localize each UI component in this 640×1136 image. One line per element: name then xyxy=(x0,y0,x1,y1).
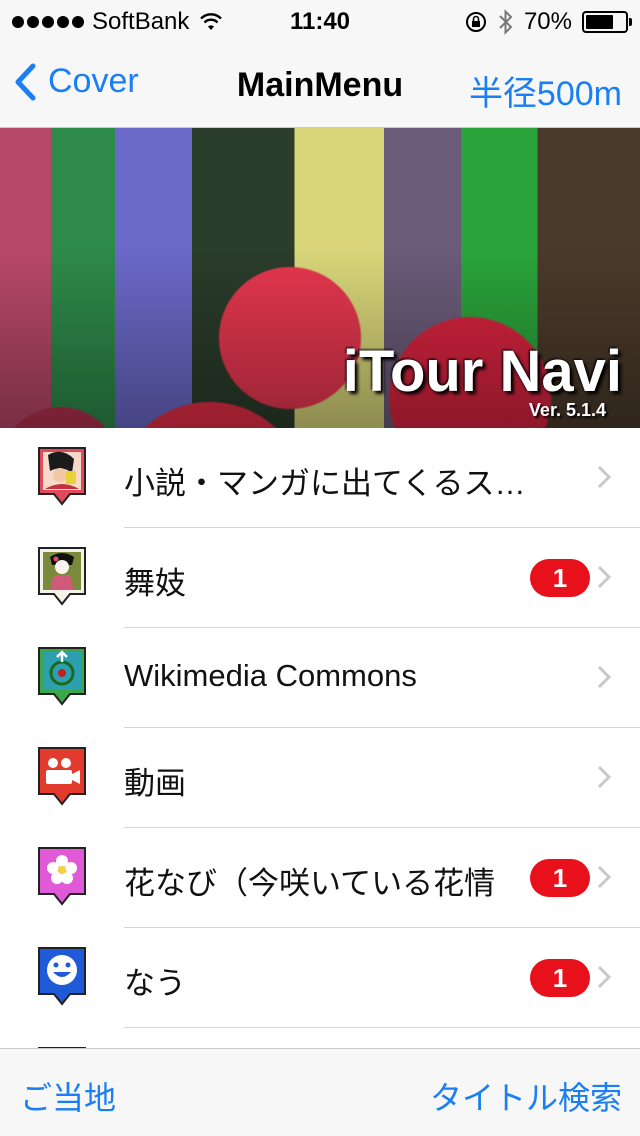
wikimedia-commons-icon xyxy=(38,647,86,706)
menu-item-label: Wikimedia Commons xyxy=(124,658,417,693)
chevron-right-icon xyxy=(597,665,612,689)
battery-level xyxy=(586,15,613,29)
radius-button[interactable]: 半径500m xyxy=(469,66,622,115)
rotation-lock-icon xyxy=(465,12,486,32)
status-right: 70% xyxy=(464,8,632,36)
menu-item-now[interactable]: なう 1 xyxy=(0,928,640,1028)
notification-badge: 1 xyxy=(530,859,590,897)
banner-image: iTour Navi Ver. 5.1.4 xyxy=(0,128,640,428)
menu-item-wikimedia-commons[interactable]: Wikimedia Commons xyxy=(0,628,640,728)
menu-item-flower-navi[interactable]: 花なび（今咲いている花情 1 xyxy=(0,828,640,928)
local-area-button[interactable]: ご当地 xyxy=(20,1073,116,1119)
smiley-icon xyxy=(38,947,86,1006)
menu-item-label: なう xyxy=(124,966,186,1001)
menu-item-partial[interactable] xyxy=(0,1028,640,1048)
menu-item-novel-manga[interactable]: 小説・マンガに出てくるス… xyxy=(0,428,640,528)
chevron-right-icon xyxy=(597,865,612,889)
banner-title: iTour Navi xyxy=(342,339,622,404)
notification-badge: 1 xyxy=(530,959,590,997)
banner-version: Ver. 5.1.4 xyxy=(528,400,606,420)
chevron-right-icon xyxy=(597,565,612,589)
battery-percent: 70% xyxy=(523,8,572,35)
video-camera-icon xyxy=(38,747,86,806)
chevron-right-icon xyxy=(597,765,612,789)
menu-item-maiko[interactable]: 舞妓 1 xyxy=(0,528,640,628)
flower-icon xyxy=(38,847,86,906)
bottom-toolbar: ご当地 タイトル検索 xyxy=(0,1048,640,1136)
navigation-bar: Cover MainMenu 半径500m xyxy=(0,40,640,128)
menu-item-label: 舞妓 xyxy=(124,566,186,601)
menu-item-label: 花なび（今咲いている花情 xyxy=(124,866,496,901)
bluetooth-icon xyxy=(499,9,513,35)
back-button[interactable]: Cover xyxy=(14,62,139,101)
maiko-icon xyxy=(38,547,86,606)
battery-icon xyxy=(582,11,632,33)
menu-item-label: 動画 xyxy=(124,766,186,801)
menu-item-video[interactable]: 動画 xyxy=(0,728,640,828)
menu-item-label: 小説・マンガに出てくるス… xyxy=(124,466,526,501)
main-menu-list: 小説・マンガに出てくるス… 舞妓 1 Wikimedia Commons 動画 … xyxy=(0,428,640,1048)
back-button-label: Cover xyxy=(48,62,139,100)
chevron-left-icon xyxy=(15,63,36,100)
title-search-button[interactable]: タイトル検索 xyxy=(430,1073,622,1119)
status-bar: SoftBank 11:40 70% xyxy=(0,0,640,40)
chevron-right-icon xyxy=(597,465,612,489)
notification-badge: 1 xyxy=(530,559,590,597)
novel-manga-icon xyxy=(38,447,86,506)
chevron-right-icon xyxy=(597,965,612,989)
